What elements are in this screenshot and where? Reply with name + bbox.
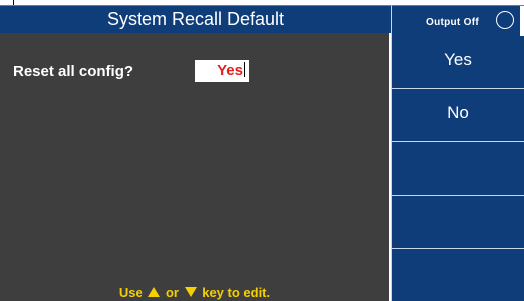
output-status-icon — [496, 11, 514, 29]
title-bar: System Recall Default — [0, 5, 391, 33]
down-arrow-icon — [184, 287, 197, 297]
reset-config-label: Reset all config? — [13, 63, 134, 80]
text-cursor — [244, 62, 245, 77]
output-status-area: Output Off — [391, 5, 524, 37]
hint-suffix: key to edit. — [202, 285, 271, 300]
softkey-column: Yes No — [391, 36, 524, 301]
softkey-3[interactable] — [391, 141, 524, 195]
status-edge — [520, 6, 524, 37]
reset-config-value: Yes — [217, 62, 243, 79]
softkey-5[interactable] — [391, 247, 524, 301]
hint-prefix: Use — [118, 285, 143, 300]
softkey-yes[interactable]: Yes — [391, 36, 524, 89]
instrument-screen: System Recall Default Output Off Reset a… — [0, 0, 524, 301]
edit-hint: Use or key to edit. — [0, 285, 389, 301]
softkey-4[interactable] — [391, 194, 524, 248]
output-status-label: Output Off — [426, 17, 479, 28]
page-title: System Recall Default — [106, 9, 285, 29]
softkey-yes-label: Yes — [444, 50, 472, 70]
content-panel: Reset all config? Yes Use or key to edit… — [0, 33, 391, 301]
softkey-no[interactable]: No — [391, 88, 524, 142]
up-arrow-icon — [148, 287, 161, 297]
reset-config-value-field[interactable]: Yes — [195, 60, 249, 82]
hint-middle: or — [165, 285, 179, 300]
softkey-no-label: No — [447, 103, 469, 123]
